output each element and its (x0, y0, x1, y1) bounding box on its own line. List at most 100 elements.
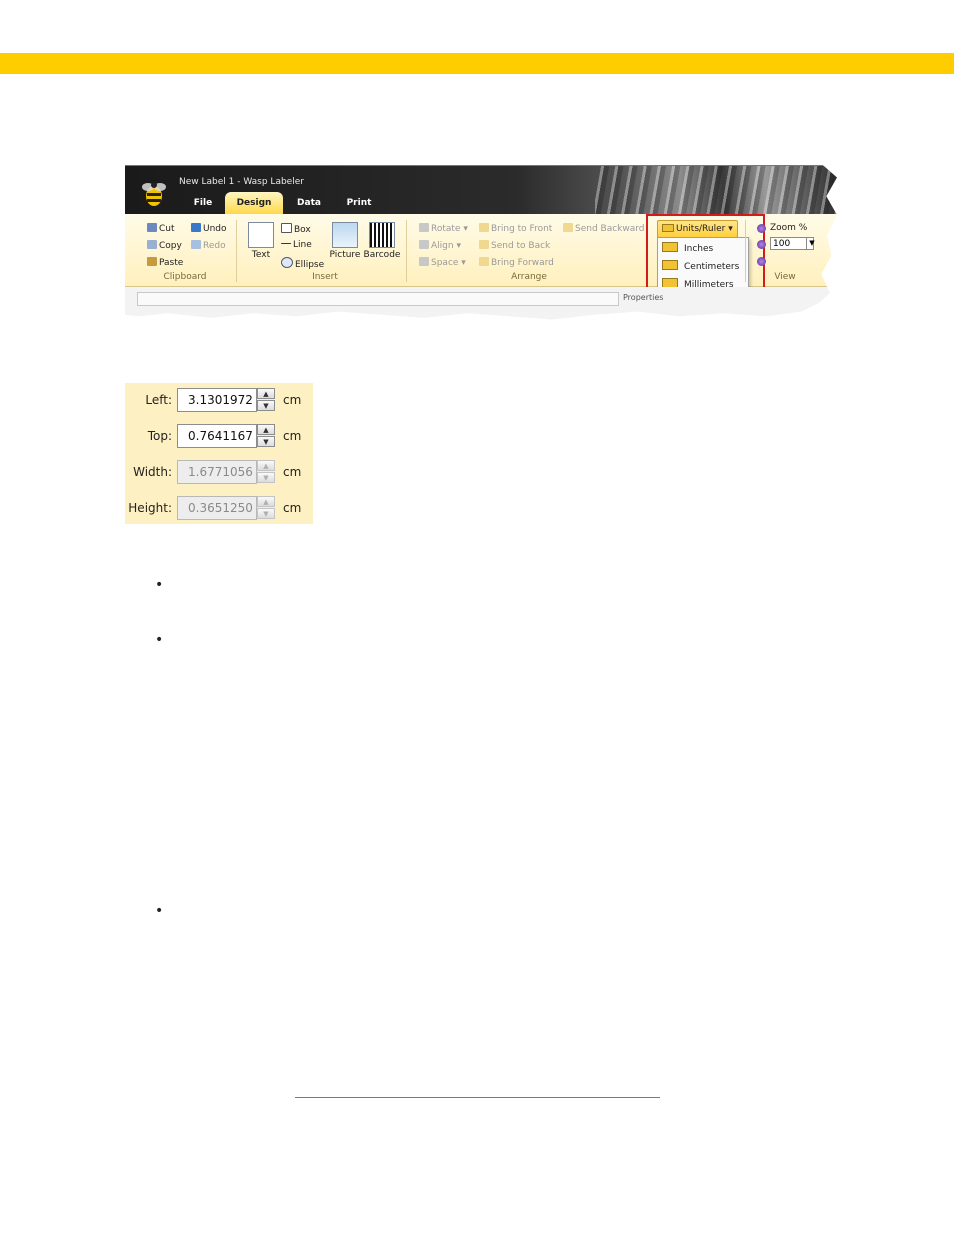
send-backward-icon (563, 223, 573, 232)
insert-line-label: Line (293, 240, 312, 250)
ribbon-screenshot: New Label 1 - Wasp Labeler File Design D… (125, 165, 837, 320)
spin-down-icon[interactable]: ▼ (257, 436, 275, 447)
group-separator (745, 220, 746, 282)
bring-forward-label: Bring Forward (491, 258, 554, 268)
height-row: Height: 0.3651250 ▲ ▼ cm (125, 496, 313, 520)
barcode-icon (369, 222, 395, 248)
spin-down-icon[interactable]: ▼ (257, 400, 275, 411)
left-label: Left: (145, 393, 172, 407)
width-label: Width: (133, 465, 172, 479)
height-label: Height: (128, 501, 172, 515)
send-to-back-label: Send to Back (491, 241, 551, 251)
top-spinner[interactable]: ▲ ▼ (257, 424, 275, 448)
insert-box-label: Box (294, 225, 311, 235)
spin-up-icon: ▲ (257, 496, 275, 507)
tab-file[interactable]: File (187, 192, 219, 214)
width-spinner: ▲ ▼ (257, 460, 275, 484)
height-field: 0.3651250 (177, 496, 257, 520)
redo-label: Redo (203, 241, 226, 251)
bring-to-front-icon (479, 223, 489, 232)
align-label: Align (431, 241, 454, 251)
insert-text-label: Text (251, 250, 271, 260)
group-separator (406, 220, 407, 282)
scissors-icon (147, 223, 157, 232)
top-label: Top: (147, 429, 172, 443)
group-separator (236, 220, 237, 282)
insert-picture-label: Picture (329, 250, 361, 260)
align-icon (419, 240, 429, 249)
undo-label: Undo (203, 224, 227, 234)
rotate-label: Rotate (431, 224, 461, 234)
spin-down-icon: ▼ (257, 472, 275, 483)
left-field[interactable]: 3.1301972 (177, 388, 257, 412)
redo-icon (191, 240, 201, 249)
workspace-strip: Properties (125, 287, 837, 320)
bring-forward-icon (479, 257, 489, 266)
cut-button[interactable]: Cut (147, 223, 175, 235)
bring-to-front-button[interactable]: Bring to Front (479, 223, 552, 235)
insert-text-button[interactable]: Text (247, 222, 275, 260)
align-button[interactable]: Align ▾ (419, 240, 461, 252)
insert-line-button[interactable]: Line (281, 240, 312, 251)
insert-box-button[interactable]: Box (281, 223, 311, 236)
position-size-panel: Left: 3.1301972 ▲ ▼ cm Top: 0.7641167 ▲ ▼ … (125, 383, 313, 524)
paste-label: Paste (159, 258, 184, 268)
width-row: Width: 1.6771056 ▲ ▼ cm (125, 460, 313, 484)
properties-pane-label: Properties (623, 293, 664, 302)
width-unit: cm (283, 465, 302, 479)
send-to-back-button[interactable]: Send to Back (479, 240, 550, 252)
bullet-point: • (155, 903, 164, 919)
height-unit: cm (283, 501, 302, 515)
left-unit: cm (283, 393, 302, 407)
undo-button[interactable]: Undo (191, 223, 227, 235)
arrange-group-label: Arrange (511, 272, 547, 282)
space-label: Space (431, 258, 459, 268)
bring-forward-button[interactable]: Bring Forward (479, 257, 554, 269)
insert-barcode-button[interactable]: Barcode (363, 222, 401, 260)
space-button[interactable]: Space ▾ (419, 257, 466, 269)
spin-up-icon[interactable]: ▲ (257, 388, 275, 399)
rotate-icon (419, 223, 429, 232)
barcode-background (595, 166, 837, 214)
spin-up-icon: ▲ (257, 460, 275, 471)
left-spinner[interactable]: ▲ ▼ (257, 388, 275, 412)
chevron-down-icon[interactable]: ▼ (806, 237, 817, 250)
height-spinner: ▲ ▼ (257, 496, 275, 520)
wasp-logo-icon (142, 182, 166, 206)
text-icon (248, 222, 274, 248)
tab-print[interactable]: Print (341, 192, 377, 214)
tab-design[interactable]: Design (225, 192, 283, 214)
canvas-pane (137, 292, 619, 306)
bring-to-front-label: Bring to Front (491, 224, 553, 234)
insert-ellipse-label: Ellipse (295, 260, 325, 270)
copy-button[interactable]: Copy (147, 240, 182, 252)
tab-data[interactable]: Data (291, 192, 327, 214)
copy-label: Copy (159, 241, 182, 251)
insert-group-label: Insert (312, 272, 338, 282)
paste-icon (147, 257, 157, 266)
spin-up-icon[interactable]: ▲ (257, 424, 275, 435)
footer-divider (295, 1097, 660, 1098)
zoom-in-icon[interactable] (757, 240, 766, 249)
spin-down-icon: ▼ (257, 508, 275, 519)
zoom-out-icon[interactable] (757, 257, 766, 266)
title-bar: New Label 1 - Wasp Labeler File Design D… (125, 166, 837, 214)
cut-label: Cut (159, 224, 175, 234)
redo-button[interactable]: Redo (191, 240, 226, 252)
picture-icon (332, 222, 358, 248)
rotate-button[interactable]: Rotate ▾ (419, 223, 468, 235)
send-backward-label: Send Backward (575, 224, 645, 234)
copy-icon (147, 240, 157, 249)
send-to-back-icon (479, 240, 489, 249)
window-title: New Label 1 - Wasp Labeler (179, 177, 304, 187)
insert-picture-button[interactable]: Picture (329, 222, 361, 260)
bullet-point: • (155, 577, 164, 593)
insert-ellipse-button[interactable]: Ellipse (281, 257, 324, 271)
send-backward-button[interactable]: Send Backward (563, 223, 645, 235)
header-accent-bar (0, 53, 954, 74)
paste-button[interactable]: Paste (147, 257, 183, 269)
box-icon (281, 223, 292, 233)
top-field[interactable]: 0.7641167 (177, 424, 257, 448)
view-group-label: View (774, 272, 796, 282)
clipboard-group-label: Clipboard (163, 272, 207, 282)
